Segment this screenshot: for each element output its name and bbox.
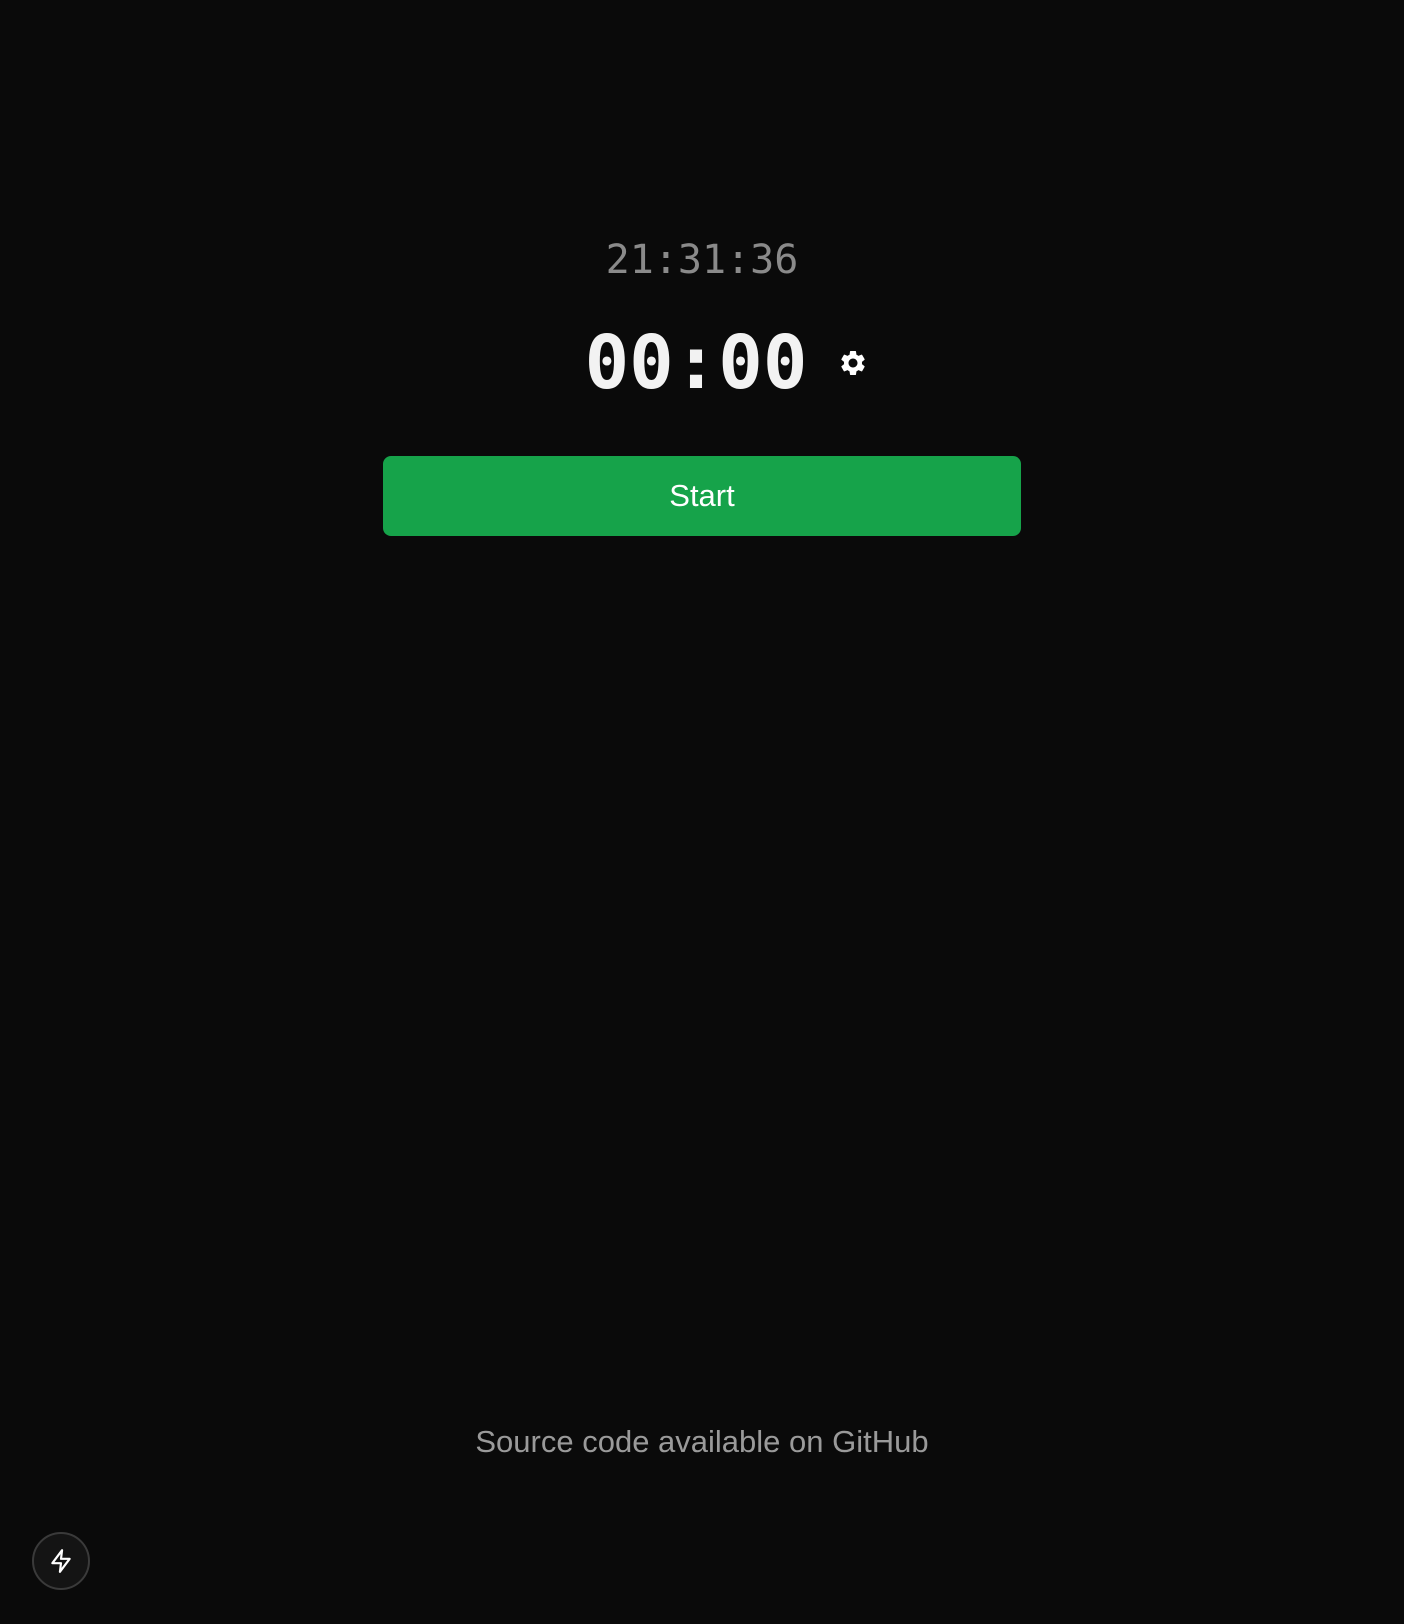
timer-row: 00:00 bbox=[0, 318, 1404, 408]
footer-source-link[interactable]: Source code available on GitHub bbox=[0, 1422, 1404, 1462]
settings-button[interactable] bbox=[835, 345, 871, 381]
current-time: 21:31:36 bbox=[605, 237, 799, 283]
gear-icon bbox=[841, 351, 866, 375]
timer-display: 00:00 bbox=[584, 320, 808, 406]
start-button[interactable]: Start bbox=[383, 456, 1021, 536]
lightning-bolt-icon bbox=[51, 1549, 71, 1573]
quick-action-button[interactable] bbox=[32, 1532, 90, 1590]
